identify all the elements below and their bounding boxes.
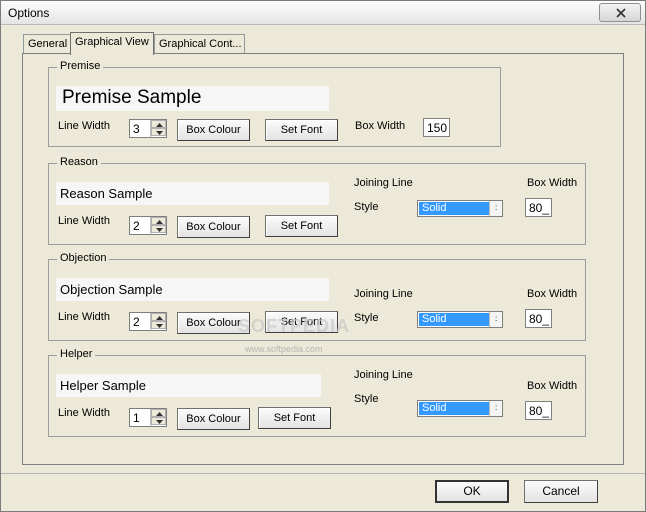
objection-line-width-label: Line Width bbox=[58, 311, 110, 323]
reason-box-width-label: Box Width bbox=[527, 177, 578, 189]
objection-box-width-label: Box Width bbox=[527, 288, 578, 300]
helper-box-width-input[interactable]: 80_ bbox=[525, 401, 552, 420]
spin-up-arrow-icon[interactable] bbox=[151, 217, 166, 225]
objection-box-width-input[interactable]: 80_ bbox=[525, 309, 552, 328]
spin-up-arrow-icon[interactable] bbox=[151, 313, 166, 321]
tab-graphical-view[interactable]: Graphical View bbox=[70, 32, 154, 55]
watermark-url: www.softpedia.com bbox=[245, 344, 323, 354]
reason-group: Reason Reason Sample Line Width 2 Box Co… bbox=[48, 156, 586, 245]
objection-joining-line-label: Joining Line bbox=[354, 288, 413, 300]
watermark-text: SOFTPEDIA bbox=[238, 316, 351, 336]
objection-line-width-spinner[interactable]: 2 bbox=[129, 312, 167, 331]
footer-divider bbox=[1, 473, 645, 474]
premise-line-width-value: 3 bbox=[133, 122, 140, 136]
helper-box-colour-button[interactable]: Box Colour bbox=[177, 408, 250, 430]
tab-general[interactable]: General bbox=[23, 34, 71, 54]
reason-line-width-label: Line Width bbox=[58, 215, 110, 227]
dropdown-arrow-icon[interactable]: : bbox=[489, 312, 502, 327]
spin-up-arrow-icon[interactable] bbox=[151, 409, 166, 417]
objection-line-width-value: 2 bbox=[133, 315, 140, 329]
close-icon bbox=[616, 8, 626, 18]
helper-style-label: Style bbox=[354, 393, 379, 405]
premise-box-width-label: Box Width bbox=[355, 120, 406, 132]
helper-box-width-label: Box Width bbox=[527, 380, 578, 392]
helper-line-width-label: Line Width bbox=[58, 407, 110, 419]
premise-box-colour-button[interactable]: Box Colour bbox=[177, 119, 250, 141]
reason-group-label: Reason bbox=[57, 156, 101, 168]
helper-group-label: Helper bbox=[57, 348, 96, 360]
objection-group-label: Objection bbox=[57, 252, 110, 264]
reason-line-width-spinner[interactable]: 2 bbox=[129, 216, 167, 235]
reason-style-value: Solid bbox=[419, 202, 489, 215]
premise-group: Premise Premise Sample Line Width 3 Box … bbox=[48, 60, 501, 147]
spin-up-arrow-icon[interactable] bbox=[151, 120, 166, 128]
reason-box-colour-button[interactable]: Box Colour bbox=[177, 216, 250, 238]
dropdown-arrow-icon[interactable]: : bbox=[489, 401, 502, 416]
reason-sample-preview: Reason Sample bbox=[56, 182, 329, 205]
spin-down-arrow-icon[interactable] bbox=[151, 128, 166, 136]
tab-graphical-cont[interactable]: Graphical Cont... bbox=[154, 34, 245, 54]
premise-group-label: Premise bbox=[57, 60, 104, 72]
reason-style-select[interactable]: Solid : bbox=[417, 200, 503, 217]
objection-style-value: Solid bbox=[419, 313, 489, 326]
premise-line-width-label: Line Width bbox=[58, 120, 110, 132]
spin-down-arrow-icon[interactable] bbox=[151, 321, 166, 329]
helper-line-width-value: 1 bbox=[133, 411, 140, 425]
premise-line-width-spinner[interactable]: 3 bbox=[129, 119, 167, 138]
close-button[interactable] bbox=[599, 3, 641, 22]
spin-down-arrow-icon[interactable] bbox=[151, 225, 166, 233]
premise-sample-preview: Premise Sample bbox=[56, 86, 329, 111]
reason-joining-line-label: Joining Line bbox=[354, 177, 413, 189]
reason-box-width-input[interactable]: 80_ bbox=[525, 198, 552, 217]
helper-joining-line-label: Joining Line bbox=[354, 369, 413, 381]
reason-style-label: Style bbox=[354, 201, 379, 213]
dropdown-arrow-icon[interactable]: : bbox=[489, 201, 502, 216]
helper-sample-preview: Helper Sample bbox=[56, 374, 321, 397]
premise-set-font-button[interactable]: Set Font bbox=[265, 119, 338, 141]
helper-set-font-button[interactable]: Set Font bbox=[258, 407, 331, 429]
helper-group: Helper Helper Sample Line Width 1 Box Co… bbox=[48, 348, 586, 437]
reason-set-font-button[interactable]: Set Font bbox=[265, 215, 338, 237]
objection-style-label: Style bbox=[354, 312, 379, 324]
ok-button[interactable]: OK bbox=[435, 480, 509, 503]
title-bar[interactable]: Options bbox=[1, 1, 645, 25]
cancel-button[interactable]: Cancel bbox=[524, 480, 598, 503]
objection-sample-preview: Objection Sample bbox=[56, 278, 329, 301]
helper-style-value: Solid bbox=[419, 402, 489, 415]
options-window: Options General Graphical View Graphical… bbox=[0, 0, 646, 512]
helper-style-select[interactable]: Solid : bbox=[417, 400, 503, 417]
window-title: Options bbox=[8, 6, 50, 20]
spin-down-arrow-icon[interactable] bbox=[151, 417, 166, 425]
tab-panel: Premise Premise Sample Line Width 3 Box … bbox=[22, 53, 624, 465]
premise-box-width-input[interactable]: 150 bbox=[423, 118, 450, 137]
objection-style-select[interactable]: Solid : bbox=[417, 311, 503, 328]
helper-line-width-spinner[interactable]: 1 bbox=[129, 408, 167, 427]
reason-line-width-value: 2 bbox=[133, 219, 140, 233]
